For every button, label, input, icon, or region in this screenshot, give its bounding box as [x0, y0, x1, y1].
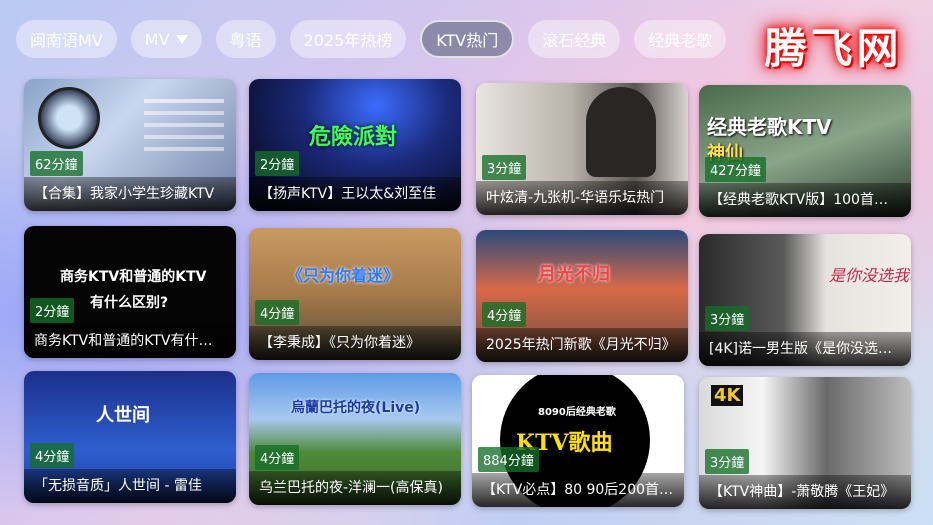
thumb-title: 人世间 [96, 405, 150, 426]
tab-rock-records[interactable]: 滚石经典 [528, 20, 621, 58]
duration-badge: 4分鐘 [482, 302, 527, 327]
duration-badge: 3分鐘 [705, 449, 750, 474]
tab-label: 滚石经典 [542, 31, 607, 50]
video-card[interactable]: 8090后经典老歌 KTV歌曲 884分鐘 【KTV必点】80 90后200首经… [472, 375, 684, 507]
tab-label: 2025年热榜 [303, 31, 393, 50]
video-card[interactable]: 3分鐘 叶炫清-九张机-华语乐坛热门 [476, 83, 688, 215]
tab-classic-oldies[interactable]: 经典老歌 [634, 20, 727, 58]
duration-badge: 884分鐘 [478, 447, 539, 472]
duration-badge: 3分鐘 [482, 155, 527, 180]
video-title: 乌兰巴托的夜-洋澜一(高保真) [249, 471, 461, 505]
portrait-figure [586, 87, 656, 177]
video-card[interactable]: 危險派對 2分鐘 【扬声KTV】王以太&刘至佳 [249, 79, 461, 211]
video-title: 【经典老歌KTV版】100首经典 [699, 183, 911, 217]
video-title: 「无损音质」人世间 - 雷佳 [24, 469, 236, 503]
tab-cantonese[interactable]: 粤语 [215, 20, 276, 58]
lyric-lines [144, 99, 224, 103]
video-title: 商务KTV和普通的KTV有什么区别 [24, 324, 236, 358]
video-card[interactable]: 月光不归 4分鐘 2025年热门新歌《月光不归》 [476, 230, 688, 362]
video-card[interactable]: 《只为你着迷》 4分鐘 【李秉成】《只为你着迷》 [249, 228, 461, 360]
duration-badge: 427分鐘 [705, 157, 766, 182]
category-tabs: 闽南语MV MV 粤语 2025年热榜 KTV热门 滚石经典 经典老歌 [16, 20, 727, 58]
video-title: [4K]诺一男生版《是你没选我啊》 [699, 332, 911, 366]
thumb-subtitle: 有什么区别? [90, 295, 169, 311]
video-card[interactable]: 是你没选我啊 3分鐘 [4K]诺一男生版《是你没选我啊》 [699, 234, 911, 366]
duration-badge: 4分鐘 [255, 445, 300, 470]
thumb-title: 《只为你着迷》 [287, 266, 400, 285]
tab-label: 闽南语MV [30, 31, 103, 50]
duration-badge: 4分鐘 [30, 443, 75, 468]
duration-badge: 62分鐘 [30, 151, 83, 176]
tab-mv-filter[interactable]: MV [130, 20, 202, 58]
tengfei-logo: 腾飞网 [764, 23, 903, 73]
vinyl-icon [38, 87, 100, 149]
duration-badge: 4分鐘 [255, 300, 300, 325]
thumb-title: 月光不归 [538, 264, 610, 285]
duration-badge: 3分鐘 [705, 306, 750, 331]
video-card[interactable]: 烏蘭巴托的夜(Live) 4分鐘 乌兰巴托的夜-洋澜一(高保真) [249, 373, 461, 505]
video-title: 2025年热门新歌《月光不归》 [476, 328, 688, 362]
video-title: 【李秉成】《只为你着迷》 [249, 326, 461, 360]
video-card[interactable]: 62分鐘 【合集】我家小学生珍藏KTV [24, 79, 236, 211]
duration-badge: 2分鐘 [255, 151, 300, 176]
tab-2025-hot[interactable]: 2025年热榜 [289, 20, 407, 58]
thumb-title: 经典老歌KTV [707, 115, 832, 139]
tab-minnan-mv[interactable]: 闽南语MV [16, 20, 117, 58]
video-title: 【合集】我家小学生珍藏KTV [24, 177, 236, 211]
video-title: 叶炫清-九张机-华语乐坛热门 [476, 181, 688, 215]
tab-ktv-hot[interactable]: KTV热门 [420, 20, 515, 58]
video-card[interactable]: 经典老歌KTV 神仙 427分鐘 【经典老歌KTV版】100首经典 [699, 85, 911, 217]
thumb-title: 是你没选我啊 [829, 266, 911, 285]
tab-label: 粤语 [229, 31, 262, 50]
thumb-subtitle: 8090后经典老歌 [538, 407, 616, 418]
video-title: 【KTV必点】80 90后200首经典 [472, 473, 684, 507]
tab-label: MV [144, 29, 170, 49]
video-title: 【扬声KTV】王以太&刘至佳 [249, 177, 461, 211]
resolution-badge: 4K [711, 385, 744, 406]
duration-badge: 2分鐘 [30, 298, 75, 323]
video-card[interactable]: 商务KTV和普通的KTV 有什么区别? 2分鐘 商务KTV和普通的KTV有什么区… [24, 226, 236, 358]
video-card[interactable]: 4K 3分鐘 【KTV神曲】-萧敬腾《王妃》 [699, 377, 911, 509]
video-title: 【KTV神曲】-萧敬腾《王妃》 [699, 475, 911, 509]
thumb-title: 危險派對 [309, 125, 398, 150]
tab-label: KTV热门 [436, 31, 499, 50]
tab-label: 经典老歌 [648, 31, 713, 50]
video-card[interactable]: 人世间 4分鐘 「无损音质」人世间 - 雷佳 [24, 371, 236, 503]
thumb-title: 烏蘭巴托的夜(Live) [291, 400, 421, 416]
filter-icon [175, 34, 188, 44]
thumb-title: 商务KTV和普通的KTV [60, 269, 207, 285]
